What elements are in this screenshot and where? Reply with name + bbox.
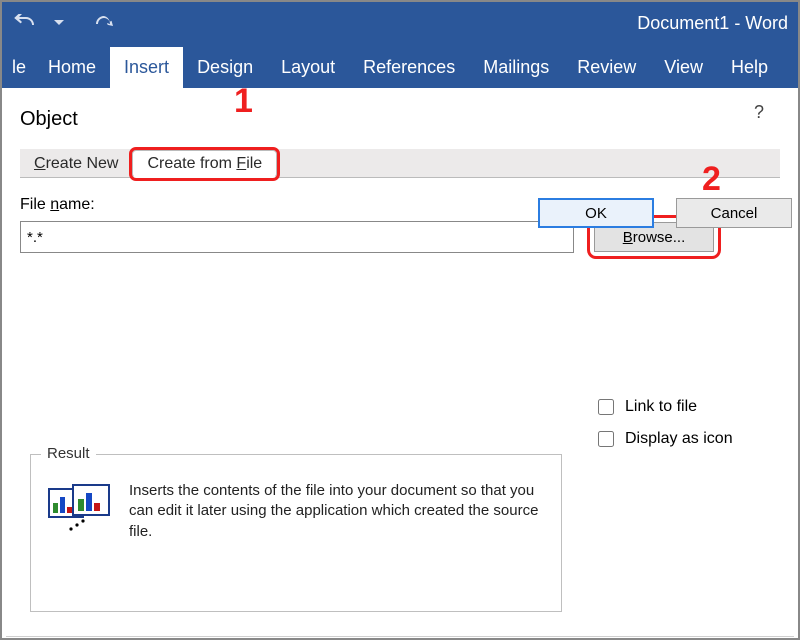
redo-icon[interactable] <box>94 14 114 32</box>
tab-help[interactable]: Help <box>717 47 782 88</box>
object-dialog: Object ? 1 Create New Create from File F… <box>2 88 798 256</box>
divider <box>6 636 794 637</box>
display-as-icon-checkbox[interactable]: Display as icon <box>594 428 733 450</box>
dialog-button-row: OK Cancel <box>2 198 798 228</box>
display-as-icon-input[interactable] <box>598 431 614 447</box>
tab-home[interactable]: Home <box>34 47 110 88</box>
tab-design[interactable]: Design <box>183 47 267 88</box>
ok-button[interactable]: OK <box>538 198 654 228</box>
chevron-down-icon[interactable] <box>54 18 64 28</box>
quick-access-toolbar <box>12 14 114 32</box>
title-bar: Document1 - Word <box>2 2 798 44</box>
dialog-tabs: Create New Create from File <box>20 149 780 178</box>
browse-button-label: rowse... <box>633 229 686 246</box>
insert-object-icon <box>47 481 113 537</box>
undo-icon[interactable] <box>12 14 36 32</box>
dialog-tab-create-new[interactable]: Create New <box>20 151 132 177</box>
display-as-icon-label: Display as icon <box>625 430 733 448</box>
dialog-tab-create-new-label: reate New <box>46 155 119 172</box>
link-to-file-checkbox[interactable]: Link to file <box>594 396 733 418</box>
ribbon-tabs: le Home Insert Design Layout References … <box>2 44 798 88</box>
annotation-step-1: 1 <box>234 82 253 121</box>
result-legend: Result <box>41 445 96 462</box>
tab-insert[interactable]: Insert <box>110 47 183 88</box>
tab-mailings[interactable]: Mailings <box>469 47 563 88</box>
link-to-file-label: Link to file <box>625 398 697 416</box>
window-title: Document1 - Word <box>637 13 788 34</box>
result-groupbox: Result <box>30 454 562 612</box>
tab-view[interactable]: View <box>650 47 717 88</box>
cancel-button[interactable]: Cancel <box>676 198 792 228</box>
dialog-title: Object <box>20 108 780 131</box>
help-button[interactable]: ? <box>754 102 764 123</box>
annotation-step-2: 2 <box>702 160 721 199</box>
tab-references[interactable]: References <box>349 47 469 88</box>
link-to-file-input[interactable] <box>598 399 614 415</box>
dialog-tab-create-from-file[interactable]: Create from File <box>132 150 277 178</box>
result-text: Inserts the contents of the file into yo… <box>129 481 545 542</box>
tab-review[interactable]: Review <box>563 47 650 88</box>
tab-layout[interactable]: Layout <box>267 47 349 88</box>
tab-file[interactable]: le <box>8 47 34 88</box>
